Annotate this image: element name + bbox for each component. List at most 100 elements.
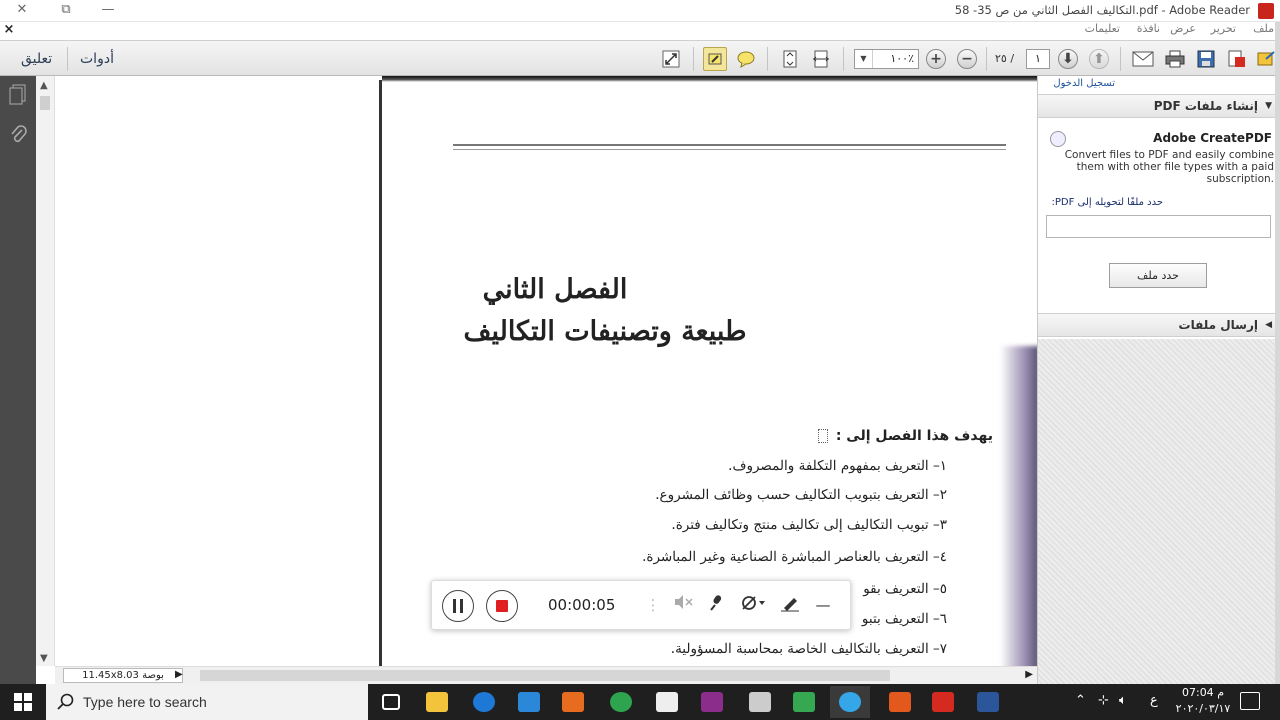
objective-item: ٣– تبويب التكاليف إلى تكاليف منتج وتكالي… bbox=[671, 517, 947, 533]
attachment-icon[interactable] bbox=[8, 124, 28, 146]
close-window-button[interactable]: ✕ bbox=[2, 0, 42, 22]
menu-file[interactable]: ملف bbox=[1253, 22, 1274, 35]
stop-button[interactable] bbox=[486, 590, 518, 622]
next-page-button[interactable]: ⬇ bbox=[1056, 47, 1080, 71]
file-explorer-icon bbox=[426, 692, 448, 712]
app-orange-icon bbox=[889, 692, 911, 712]
send-files-section-header[interactable]: ◀ إرسال ملفات bbox=[1038, 313, 1276, 337]
highlight-icon[interactable] bbox=[703, 47, 727, 71]
app-white-icon bbox=[656, 692, 678, 712]
email-icon[interactable] bbox=[1131, 47, 1155, 71]
minimize-recorder-icon[interactable]: — bbox=[812, 594, 834, 616]
file-input[interactable] bbox=[1046, 215, 1271, 238]
chevron-up-icon[interactable]: ⌃ bbox=[1075, 693, 1086, 708]
minus-icon: − bbox=[957, 49, 977, 69]
text-cursor-icon bbox=[818, 429, 828, 443]
vertical-scrollbar[interactable]: ▲ ▼ bbox=[36, 76, 55, 666]
create-pdf-section-header[interactable]: ▼ إنشاء ملفات PDF bbox=[1038, 94, 1276, 118]
close-doc-icon[interactable]: × bbox=[0, 22, 18, 38]
taskbar-app-app-french[interactable] bbox=[692, 686, 732, 718]
chapter-subtitle: طبيعة وتصنيفات التكاليف bbox=[463, 316, 747, 347]
scroll-track[interactable] bbox=[200, 670, 890, 681]
scroll-left-icon[interactable]: ▶ bbox=[175, 669, 183, 680]
sign-in-link[interactable]: تسجيل الدخول bbox=[1053, 78, 1115, 89]
minimize-window-button[interactable]: — bbox=[88, 0, 128, 22]
objective-item: ٧– التعريف بالتكاليف الخاصة بمحاسبة المس… bbox=[670, 641, 947, 657]
menu-window[interactable]: نافذة bbox=[1137, 22, 1160, 35]
save-icon[interactable] bbox=[1194, 47, 1218, 71]
taskbar-app-file-explorer[interactable] bbox=[417, 686, 457, 718]
taskbar-app-word[interactable] bbox=[968, 686, 1008, 718]
fit-width-icon[interactable] bbox=[809, 47, 833, 71]
chevron-down-icon[interactable]: ▼ bbox=[855, 50, 873, 68]
network-icon[interactable]: ⊹ bbox=[1098, 693, 1109, 708]
menu-bar: ملف تحرير عرض نافذة تعليمات bbox=[0, 22, 1280, 38]
fullscreen-icon[interactable] bbox=[659, 47, 683, 71]
taskbar-app-app-orange[interactable] bbox=[880, 686, 920, 718]
taskbar-app-recorder-app[interactable] bbox=[830, 686, 870, 718]
word-icon bbox=[977, 692, 999, 712]
mute-icon[interactable] bbox=[672, 594, 694, 616]
plus-icon: + bbox=[926, 49, 946, 69]
comment-link[interactable]: تعليق bbox=[21, 51, 52, 67]
restore-window-button[interactable]: ⧉ bbox=[46, 0, 86, 22]
clock[interactable]: 07:04 م ٢٠٢٠/٠٣/١٧ bbox=[1172, 685, 1234, 717]
taskbar-app-app-white[interactable] bbox=[647, 686, 687, 718]
scroll-right-icon[interactable]: ▶ bbox=[1025, 669, 1033, 680]
clock-time: 07:04 م bbox=[1181, 686, 1224, 699]
section-label: إرسال ملفات bbox=[1178, 318, 1258, 332]
panel-background bbox=[1038, 339, 1276, 684]
taskbar-search[interactable]: Type here to search bbox=[46, 684, 368, 720]
zoom-value: ١٠٠٪ bbox=[890, 52, 914, 65]
navigation-pane bbox=[0, 76, 36, 684]
taskbar-app-task-view[interactable] bbox=[371, 686, 411, 718]
taskbar-app-chrome[interactable] bbox=[601, 686, 641, 718]
tools-link[interactable]: أدوات bbox=[80, 51, 114, 67]
product-description: Convert files to PDF and easily combine … bbox=[1064, 149, 1274, 185]
start-button[interactable] bbox=[0, 684, 46, 720]
language-indicator[interactable]: ع bbox=[1150, 693, 1158, 708]
page-thumbnails-icon[interactable] bbox=[8, 84, 28, 106]
fit-page-icon[interactable] bbox=[778, 47, 802, 71]
pen-icon[interactable] bbox=[779, 594, 801, 616]
taskbar-app-acrobat[interactable] bbox=[923, 686, 963, 718]
microphone-icon[interactable] bbox=[705, 594, 727, 616]
scroll-down-icon[interactable]: ▼ bbox=[40, 653, 48, 664]
title-bar: ✕ ⧉ — التكاليف الفصل الثاني من ص 35- 58.… bbox=[0, 0, 1280, 22]
section-label: إنشاء ملفات PDF bbox=[1153, 99, 1258, 113]
taskbar-app-app-car[interactable] bbox=[740, 686, 780, 718]
scroll-thumb[interactable] bbox=[40, 96, 50, 110]
notification-icon[interactable] bbox=[1240, 692, 1260, 710]
scroll-up-icon[interactable]: ▲ bbox=[40, 80, 48, 91]
menu-edit[interactable]: تحرير bbox=[1211, 22, 1236, 35]
pause-button[interactable] bbox=[442, 590, 474, 622]
objective-item: ١– التعريف بمفهوم التكلفة والمصروف. bbox=[728, 458, 947, 474]
taskbar-app-app-color[interactable] bbox=[784, 686, 824, 718]
choose-file-button[interactable]: حدد ملف bbox=[1109, 263, 1207, 288]
zoom-out-button[interactable]: − bbox=[955, 47, 979, 71]
window-scrollbar[interactable] bbox=[1275, 22, 1280, 684]
previous-page-button[interactable]: ⬆ bbox=[1087, 47, 1111, 71]
webcam-off-icon[interactable] bbox=[740, 594, 765, 616]
screen-recorder-bar: 00:00:05 ⋮ — bbox=[431, 580, 851, 630]
search-placeholder: Type here to search bbox=[83, 694, 207, 710]
taskbar-app-store[interactable] bbox=[509, 686, 549, 718]
volume-icon[interactable]: 🔈︎ bbox=[1119, 693, 1127, 708]
edge-icon bbox=[473, 692, 495, 712]
print-icon[interactable] bbox=[1163, 47, 1187, 71]
create-pdf-icon[interactable] bbox=[1225, 47, 1249, 71]
menu-help[interactable]: تعليمات bbox=[1085, 22, 1120, 35]
page-number-input[interactable]: ١ bbox=[1026, 49, 1050, 69]
adobe-reader-icon bbox=[1258, 3, 1274, 19]
recorder-app-icon bbox=[839, 692, 861, 712]
sticky-note-icon[interactable] bbox=[734, 47, 758, 71]
drag-handle-icon[interactable]: ⋮ bbox=[642, 594, 664, 616]
zoom-in-button[interactable]: + bbox=[924, 47, 948, 71]
toolbar-separator bbox=[1120, 47, 1121, 71]
recording-time: 00:00:05 bbox=[548, 596, 616, 614]
app-color-icon bbox=[793, 692, 815, 712]
menu-view[interactable]: عرض bbox=[1170, 22, 1196, 35]
zoom-select[interactable]: ▼ ١٠٠٪ bbox=[854, 49, 919, 69]
taskbar-app-media-player[interactable] bbox=[553, 686, 593, 718]
taskbar-app-edge[interactable] bbox=[464, 686, 504, 718]
